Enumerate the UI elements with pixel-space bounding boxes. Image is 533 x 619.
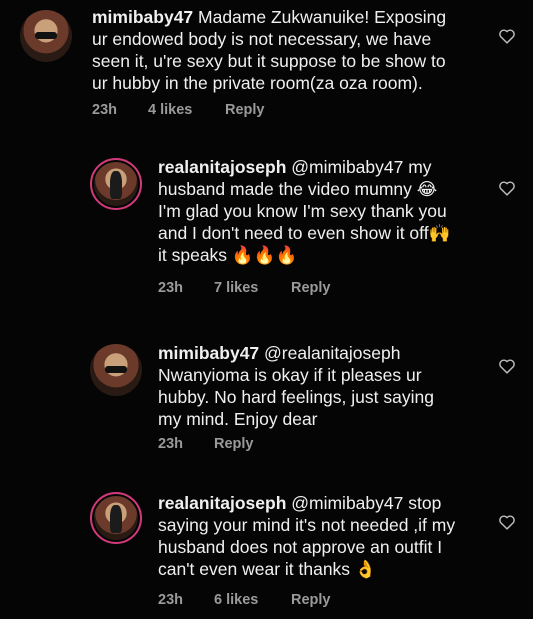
comment-likes[interactable]: 7 likes	[214, 280, 258, 296]
comment-username[interactable]: realanitajoseph	[158, 493, 286, 513]
comment-body-line: saying your mind it's not needed ,if my	[158, 515, 456, 535]
heart-outline-icon[interactable]	[498, 180, 516, 196]
heart-outline-icon[interactable]	[498, 514, 516, 530]
comment-body-line: hubby. No hard feelings, just saying	[158, 387, 434, 407]
reply-button[interactable]: Reply	[291, 592, 331, 608]
comment-body-line: Nwanyioma is okay if it pleases ur	[158, 365, 422, 385]
comment-time: 23h	[158, 592, 183, 608]
avatar-photo	[104, 365, 128, 374]
heart-outline-icon[interactable]	[498, 358, 516, 374]
comment-body-line: @mimibaby47 my	[286, 157, 432, 177]
reply-button[interactable]: Reply	[225, 102, 265, 118]
reply-button[interactable]: Reply	[214, 436, 254, 452]
comment-1: mimibaby47 Madame Zukwanuike! Exposing u…	[0, 0, 533, 130]
comment-username[interactable]: mimibaby47	[92, 7, 193, 27]
comment-body-line: my mind. Enjoy dear	[158, 409, 318, 429]
comment-likes[interactable]: 4 likes	[148, 102, 192, 118]
comment-body-line: ur endowed body is not necessary, we hav…	[92, 29, 432, 49]
comment-text: mimibaby47 @realanitajoseph Nwanyioma is…	[158, 342, 498, 430]
reply-button[interactable]: Reply	[291, 280, 331, 296]
comment-time: 23h	[92, 102, 117, 118]
comment-body-line: @mimibaby47 stop	[286, 493, 442, 513]
avatar[interactable]	[90, 344, 142, 396]
avatar-photo	[110, 170, 122, 200]
comment-body-line: and I don't need to even show it off🙌	[158, 223, 451, 243]
comment-2: realanitajoseph @mimibaby47 my husband m…	[0, 150, 533, 310]
avatar[interactable]	[90, 158, 142, 210]
comment-body-line: can't even wear it thanks 👌	[158, 559, 377, 579]
comment-body-line: Madame Zukwanuike! Exposing	[193, 7, 447, 27]
comment-3: mimibaby47 @realanitajoseph Nwanyioma is…	[0, 336, 533, 466]
comment-4: realanitajoseph @mimibaby47 stop saying …	[0, 486, 533, 619]
heart-outline-icon[interactable]	[498, 28, 516, 44]
comment-username[interactable]: realanitajoseph	[158, 157, 286, 177]
comment-time: 23h	[158, 280, 183, 296]
comment-body-line: ur hubby in the private room(za oza room…	[92, 73, 423, 93]
comment-body-line: @realanitajoseph	[259, 343, 401, 363]
comment-text: realanitajoseph @mimibaby47 my husband m…	[158, 156, 498, 266]
comment-body-line: husband does not approve an outfit I	[158, 537, 443, 557]
comment-body-line: husband made the video mumny 😂	[158, 179, 438, 199]
avatar[interactable]	[90, 492, 142, 544]
avatar[interactable]	[20, 10, 72, 62]
comment-time: 23h	[158, 436, 183, 452]
comment-body-line: seen it, u're sexy but it suppose to be …	[92, 51, 446, 71]
comment-body-line: it speaks 🔥🔥🔥	[158, 245, 298, 265]
avatar-photo	[34, 31, 58, 40]
comment-text: mimibaby47 Madame Zukwanuike! Exposing u…	[92, 6, 502, 94]
comment-username[interactable]: mimibaby47	[158, 343, 259, 363]
avatar-photo	[110, 504, 122, 534]
comment-likes[interactable]: 6 likes	[214, 592, 258, 608]
comment-text: realanitajoseph @mimibaby47 stop saying …	[158, 492, 498, 580]
comment-body-line: I'm glad you know I'm sexy thank you	[158, 201, 447, 221]
